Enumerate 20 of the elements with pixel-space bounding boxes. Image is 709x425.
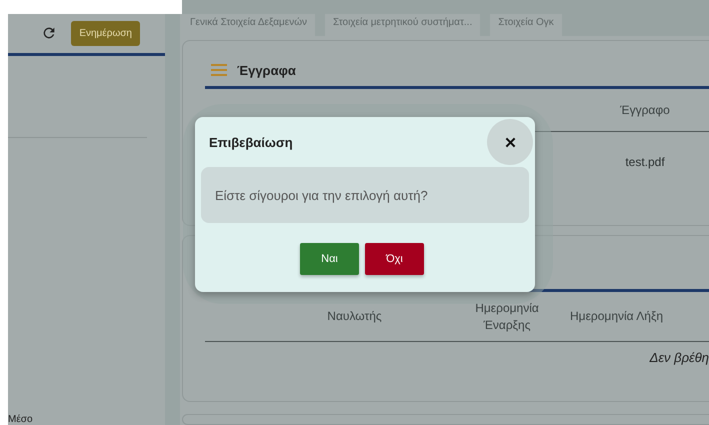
tab[interactable]: Στοιχεία Ογκ [490, 14, 562, 36]
list-icon [211, 64, 227, 76]
refresh-icon[interactable] [41, 25, 58, 41]
dialog-title: Επιβεβαίωση [209, 134, 293, 150]
sidebar-label: Μέσο [8, 414, 34, 425]
column-header: Έγγραφο [619, 103, 671, 117]
column-header: Ημερομηνία Έναρξης [474, 300, 540, 334]
empty-message: Δεν βρέθη [650, 350, 709, 365]
tab[interactable]: Στοιχεία μετρητικού συστήματ... [325, 14, 480, 36]
table-cell-text: test.pdf [624, 155, 666, 169]
column-header: Ναυλωτής [326, 308, 383, 325]
dialog-message: Είστε σίγουροι για την επιλογή αυτή? [215, 188, 428, 202]
card-title: Έγγραφα [237, 62, 296, 78]
update-button[interactable]: Ενημέρωση [71, 20, 140, 46]
cancel-button[interactable]: Όχι [365, 243, 424, 275]
close-icon [504, 136, 516, 148]
column-header: Ημερομηνία Λήξη [569, 308, 664, 325]
confirm-button[interactable]: Ναι [300, 243, 359, 275]
tab[interactable]: Γενικά Στοιχεία Δεξαμενών [182, 14, 316, 36]
close-button[interactable] [487, 119, 533, 165]
